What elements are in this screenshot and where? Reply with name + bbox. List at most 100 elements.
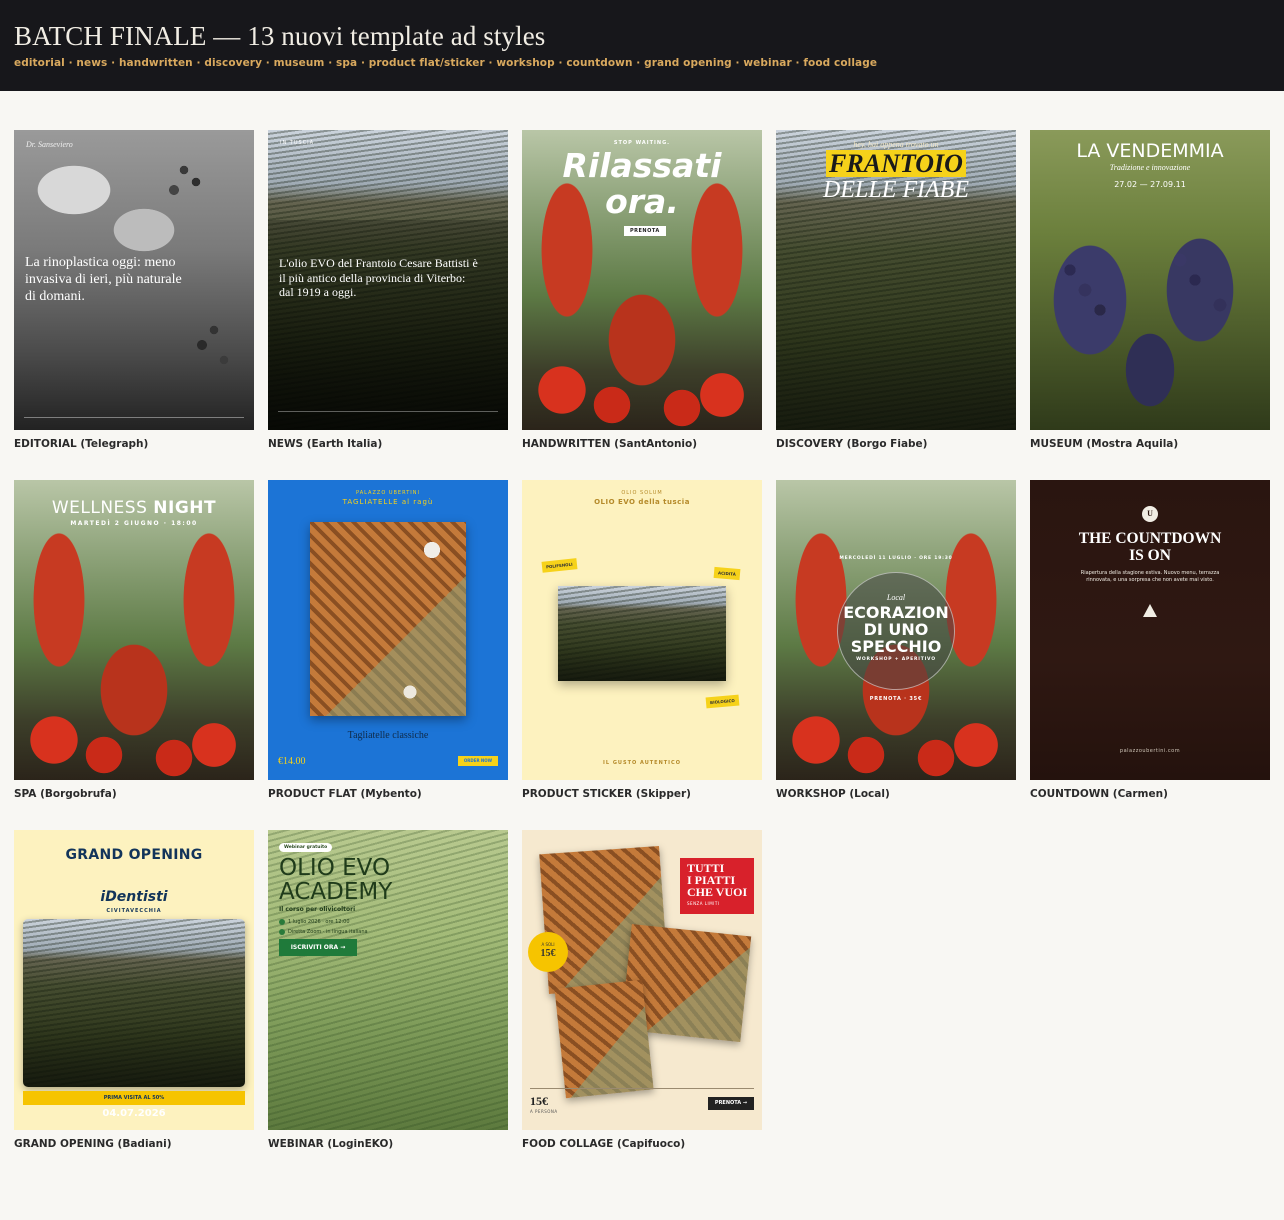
thumb-product-flat[interactable]: PALAZZO UBERTINI TAGLIATELLE al ragù Tag… <box>268 480 508 780</box>
discovery-headline-line1: FRANTOIO <box>829 149 963 178</box>
signup-button[interactable]: ISCRIVITI ORA → <box>279 939 357 956</box>
card-workshop[interactable]: MERCOLEDÌ 11 LUGLIO · ORE 19:30 Local EC… <box>776 480 1016 800</box>
thumb-editorial[interactable]: Dr. Sanseviero La rinoplastica oggi: men… <box>14 130 254 430</box>
thumb-handwritten[interactable]: STOP WAITING. Rilassati ora. PRENOTA <box>522 130 762 430</box>
editorial-headline: La rinoplastica oggi: meno invasiva di i… <box>25 255 182 304</box>
product-sticker-footer: IL GUSTO AUTENTICO <box>603 760 681 766</box>
brand-label: Dr. Sanseviero <box>26 140 73 149</box>
divider <box>24 417 244 418</box>
discovery-kicker: hey, hai appena trovato un <box>853 140 939 149</box>
spa-date: MARTEDÌ 2 GIUGNO · 18:00 <box>70 520 198 527</box>
price-badge-small: A SOLI <box>541 942 555 947</box>
prenota-button[interactable]: PRENOTA <box>624 226 666 236</box>
food-collage-subtitle: SENZA LIMITI <box>687 901 720 906</box>
countdown-headline-line2: IS ON <box>1129 547 1171 564</box>
thumb-product-sticker[interactable]: OLIO SOLUM OLIO EVO della tuscia POLIFEN… <box>522 480 762 780</box>
order-now-button[interactable]: ORDER NOW <box>458 756 498 766</box>
card-caption: MUSEUM (Mostra Aquila) <box>1030 438 1179 450</box>
card-caption: COUNTDOWN (Carmen) <box>1030 788 1168 800</box>
news-headline: L'olio EVO del Frantoio Cesare Battisti … <box>279 256 478 299</box>
webinar-badge: Webinar gratuito <box>279 843 333 852</box>
divider <box>530 1088 754 1089</box>
countdown-body: Riapertura della stagione estiva. Nuovo … <box>1080 570 1220 583</box>
product-sticker-kicker: OLIO SOLUM <box>621 490 663 496</box>
webinar-headline-line2: ACADEMY <box>279 879 393 905</box>
product-photo <box>558 586 726 681</box>
card-caption: FOOD COLLAGE (Capifuoco) <box>522 1138 686 1150</box>
grand-opening-headline: GRAND OPENING <box>65 847 203 863</box>
card-caption: WORKSHOP (Local) <box>776 788 890 800</box>
webinar-headline-line1: OLIO EVO <box>279 855 391 881</box>
card-caption: PRODUCT STICKER (Skipper) <box>522 788 691 800</box>
museum-headline: LA VENDEMMIA <box>1076 140 1224 162</box>
card-food-collage[interactable]: TUTTI I PIATTI CHE VUOI SENZA LIMITI A S… <box>522 830 762 1150</box>
card-caption: NEWS (Earth Italia) <box>268 438 383 450</box>
card-discovery[interactable]: hey, hai appena trovato un FRANTOIO DELL… <box>776 130 1016 450</box>
webinar-bullet-2: Diretta Zoom · in lingua italiana <box>288 929 368 935</box>
style-tags: editorial · news · handwritten · discove… <box>14 57 878 69</box>
webinar-bullet-1: 1 luglio 2026 · ore 12:00 <box>288 919 350 925</box>
sticker-acidita: ACIDITÀ <box>713 566 741 581</box>
card-caption: GRAND OPENING (Badiani) <box>14 1138 172 1150</box>
card-news[interactable]: IN TUSCIA L'olio EVO del Frantoio Cesare… <box>268 130 508 450</box>
product-flat-price: €14.00 <box>278 756 306 767</box>
product-flat-title: TAGLIATELLE al ragù <box>342 498 434 506</box>
card-countdown[interactable]: U THE COUNTDOWN IS ON Riapertura della s… <box>1030 480 1270 800</box>
museum-dates: 27.02 — 27.09.11 <box>1114 180 1186 189</box>
workshop-subtitle: WORKSHOP + APERITIVO <box>856 657 936 662</box>
card-product-flat[interactable]: PALAZZO UBERTINI TAGLIATELLE al ragù Tag… <box>268 480 508 800</box>
card-caption: WEBINAR (LoginEKO) <box>268 1138 394 1150</box>
price-badge-price: 15€ <box>540 948 556 959</box>
thumb-countdown[interactable]: U THE COUNTDOWN IS ON Riapertura della s… <box>1030 480 1270 780</box>
card-caption: HANDWRITTEN (SantAntonio) <box>522 438 698 450</box>
thumb-workshop[interactable]: MERCOLEDÌ 11 LUGLIO · ORE 19:30 Local EC… <box>776 480 1016 780</box>
card-webinar[interactable]: Webinar gratuito OLIO EVO ACADEMY Il cor… <box>268 830 508 1150</box>
card-spa[interactable]: WELLNESS NIGHT MARTEDÌ 2 GIUGNO · 18:00 … <box>14 480 254 800</box>
grand-opening-brand: iDentisti <box>100 889 168 905</box>
countdown-headline-line1: THE COUNTDOWN <box>1078 530 1222 547</box>
card-caption: DISCOVERY (Borgo Fiabe) <box>776 438 928 450</box>
sticker-polifenoli: POLIFENOLI <box>541 558 578 573</box>
museum-subtitle: Tradizione e innovazione <box>1109 163 1191 172</box>
card-caption: EDITORIAL (Telegraph) <box>14 438 149 450</box>
thumb-food-collage[interactable]: TUTTI I PIATTI CHE VUOI SENZA LIMITI A S… <box>522 830 762 1130</box>
product-sticker-title: OLIO EVO della tuscia <box>594 498 690 506</box>
divider <box>278 411 498 412</box>
spa-headline-part1: WELLNESS <box>51 498 148 518</box>
webinar-subtitle: Il corso per olivicoltori <box>279 906 356 913</box>
spa-headline: WELLNESS NIGHT <box>14 498 254 518</box>
thumb-webinar[interactable]: Webinar gratuito OLIO EVO ACADEMY Il cor… <box>268 830 508 1130</box>
thumb-discovery[interactable]: hey, hai appena trovato un FRANTOIO DELL… <box>776 130 1016 430</box>
thumb-museum[interactable]: LA VENDEMMIA Tradizione e innovazione 27… <box>1030 130 1270 430</box>
card-museum[interactable]: LA VENDEMMIA Tradizione e innovazione 27… <box>1030 130 1270 450</box>
prenota-button[interactable]: PRENOTA → <box>708 1097 754 1110</box>
thumb-spa[interactable]: WELLNESS NIGHT MARTEDÌ 2 GIUGNO · 18:00 <box>14 480 254 780</box>
thumb-news[interactable]: IN TUSCIA L'olio EVO del Frantoio Cesare… <box>268 130 508 430</box>
food-collage-price: 15€ <box>530 1094 548 1108</box>
handwritten-headline-line2: ora. <box>605 182 679 221</box>
offer-banner: PRIMA VISITA AL 50% <box>23 1091 245 1105</box>
workshop-headline-line3: SPECCHIO <box>850 637 942 656</box>
card-product-sticker[interactable]: OLIO SOLUM OLIO EVO della tuscia POLIFEN… <box>522 480 762 800</box>
sticker-biologico: BIOLOGICO <box>705 694 740 709</box>
grand-opening-city: CIVITAVECCHIA <box>106 908 162 914</box>
page-header: BATCH FINALE — 13 nuovi template ad styl… <box>0 0 1284 91</box>
thumb-grand-opening[interactable]: GRAND OPENING iDentisti CIVITAVECCHIA PR… <box>14 830 254 1130</box>
card-caption: PRODUCT FLAT (Mybento) <box>268 788 422 800</box>
card-editorial[interactable]: Dr. Sanseviero La rinoplastica oggi: men… <box>14 130 254 450</box>
workshop-brand: Local <box>886 593 906 602</box>
workshop-headline-line2: DI UNO <box>863 620 929 639</box>
product-photo <box>310 522 466 716</box>
bullet-icon <box>279 929 285 935</box>
spa-headline-part2: NIGHT <box>153 498 217 518</box>
discovery-headline-line2: DELLE FIABE <box>823 177 969 203</box>
workshop-price: PRENOTA · 35€ <box>869 696 923 702</box>
card-handwritten[interactable]: STOP WAITING. Rilassati ora. PRENOTA HAN… <box>522 130 762 450</box>
play-icon <box>1143 604 1157 617</box>
bullet-icon <box>279 919 285 925</box>
product-flat-name: Tagliatelle classiche <box>347 730 429 741</box>
workshop-date: MERCOLEDÌ 11 LUGLIO · ORE 19:30 <box>839 556 953 561</box>
card-grand-opening[interactable]: GRAND OPENING iDentisti CIVITAVECCHIA PR… <box>14 830 254 1150</box>
clinic-photo <box>23 919 245 1087</box>
countdown-footer: palazzoubertini.com <box>1119 748 1181 754</box>
